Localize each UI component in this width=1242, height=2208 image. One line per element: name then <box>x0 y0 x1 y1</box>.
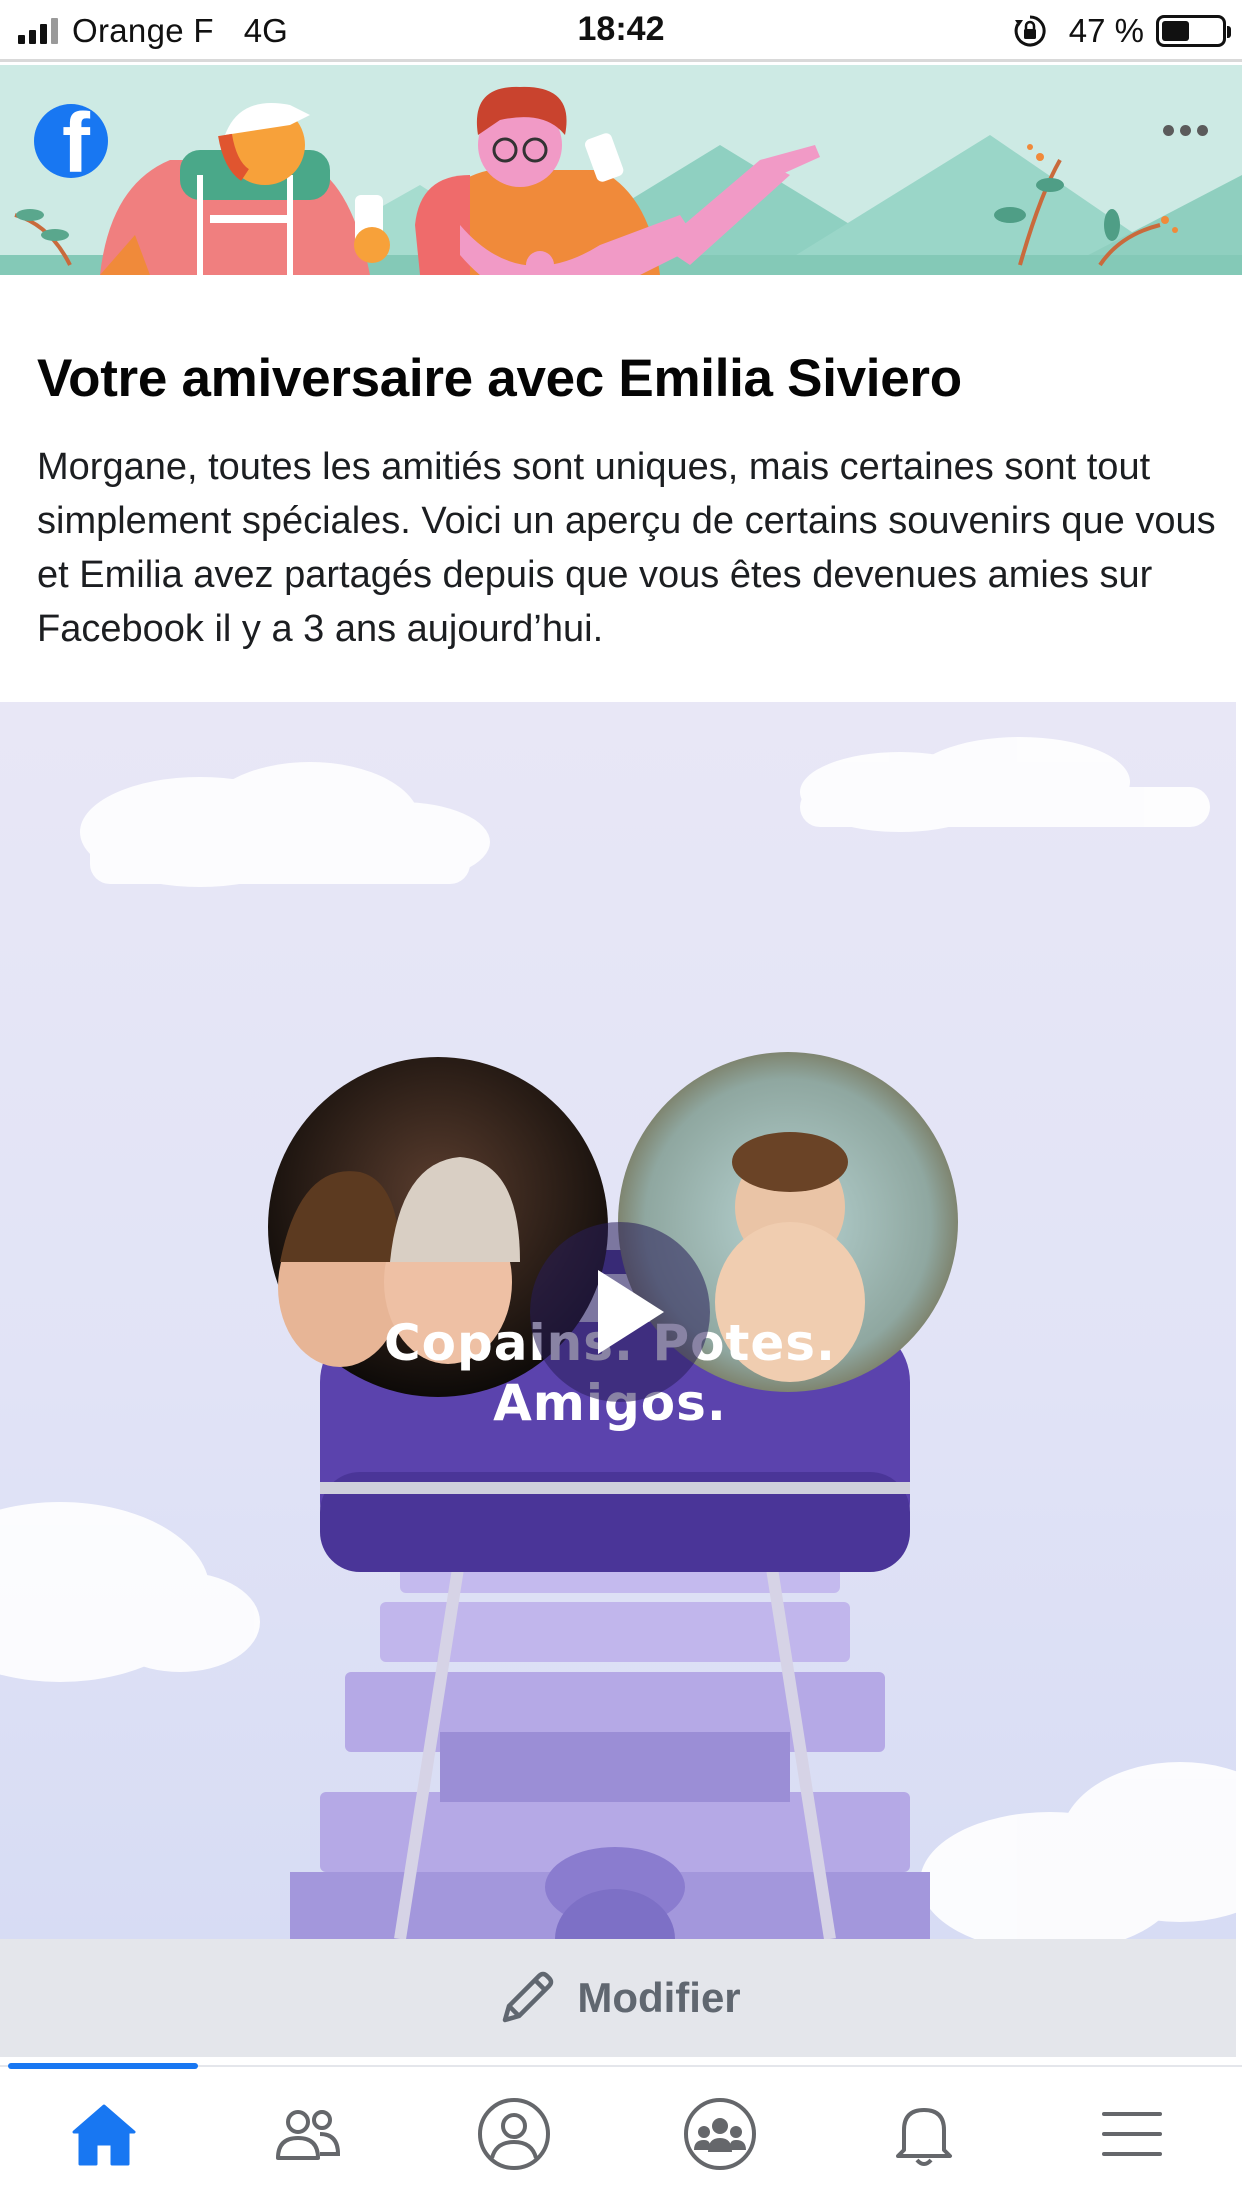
memory-title: Votre amiversaire avec Emilia Siviero <box>37 349 962 408</box>
groups-icon <box>684 2098 756 2170</box>
bell-icon <box>896 2108 952 2166</box>
tab-friends[interactable] <box>258 2089 358 2179</box>
memory-description: Morgane, toutes les amitiés sont uniques… <box>37 446 1216 650</box>
tab-home[interactable] <box>54 2089 154 2179</box>
profile-icon <box>478 2098 550 2170</box>
status-right: 47 % <box>1013 10 1231 52</box>
tab-groups[interactable] <box>670 2089 770 2179</box>
bottom-tab-bar <box>0 2063 1242 2208</box>
edit-button[interactable]: Modifier <box>0 1939 1236 2057</box>
friends-icon <box>276 2110 341 2160</box>
tab-notifications[interactable] <box>874 2089 974 2179</box>
facebook-logo-icon[interactable]: f <box>34 104 108 178</box>
edit-label: Modifier <box>577 1974 741 2021</box>
menu-icon <box>1102 2112 1162 2156</box>
memory-banner: f <box>0 65 1242 275</box>
tab-profile[interactable] <box>464 2089 564 2179</box>
play-icon[interactable] <box>530 1222 710 1402</box>
pencil-icon <box>503 1971 554 2023</box>
battery-fill <box>1162 21 1190 41</box>
status-bar: Orange F 4G 18:42 47 % <box>0 0 1242 62</box>
tab-menu[interactable] <box>1082 2089 1182 2179</box>
battery-icon <box>1156 15 1231 47</box>
more-options-icon[interactable] <box>1163 125 1208 136</box>
battery-percent: 47 % <box>1068 12 1144 49</box>
active-tab-indicator <box>8 2063 198 2069</box>
banner-illustration <box>0 86 1242 275</box>
memory-video[interactable]: Copains. Potes. Amigos. <box>0 702 1236 1939</box>
rotation-lock-icon <box>1014 15 1046 47</box>
home-icon <box>72 2104 136 2166</box>
